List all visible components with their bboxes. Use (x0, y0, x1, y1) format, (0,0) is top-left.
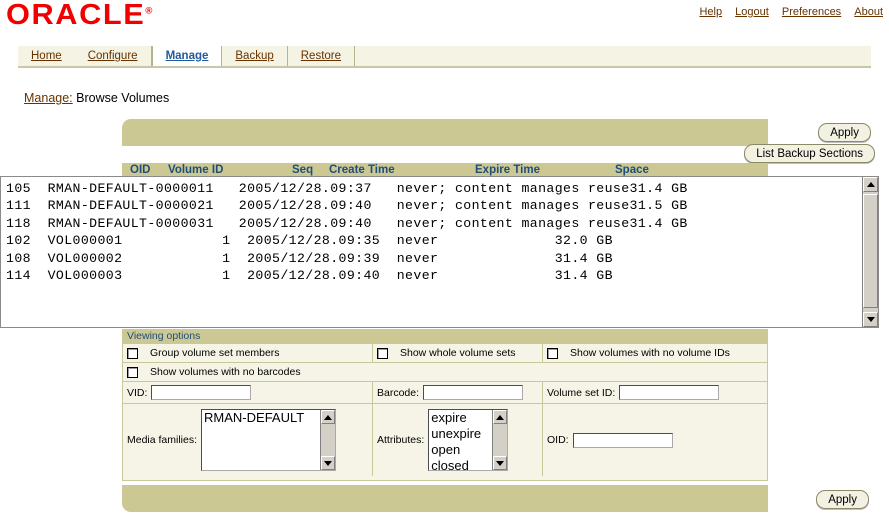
top-action-bar (122, 119, 768, 146)
column-header-space: Space (615, 164, 649, 176)
media-families-scrollbar[interactable] (320, 410, 335, 470)
checkbox-show-volumes-no-barcodes[interactable]: Show volumes with no barcodes (123, 363, 767, 381)
scrollbar-thumb[interactable] (863, 194, 878, 308)
volume-set-id-input[interactable] (619, 385, 719, 400)
list-backup-sections-button[interactable]: List Backup Sections (744, 144, 875, 163)
attributes-scroll-up-icon[interactable] (493, 410, 507, 424)
attributes-listbox[interactable]: expire unexpire open closed (428, 409, 508, 471)
global-link-preferences[interactable]: Preferences (782, 6, 841, 18)
scroll-down-arrow-icon[interactable] (863, 312, 878, 327)
tab-list: Home Configure Manage Backup Restore (18, 46, 871, 66)
attributes-scrollbar[interactable] (492, 410, 507, 470)
media-families-option[interactable]: RMAN-DEFAULT (204, 410, 318, 426)
media-families-scroll-up-icon[interactable] (321, 410, 335, 424)
attributes-option-list: expire unexpire open closed (431, 410, 490, 471)
field-volume-set-id[interactable]: Volume set ID: (543, 382, 767, 403)
breadcrumb-parent-link[interactable]: Manage: (24, 91, 73, 105)
checkbox-icon-show-volumes-no-barcodes[interactable] (127, 367, 138, 378)
checkbox-icon-group-volume-set-members[interactable] (127, 348, 138, 359)
attributes-option-closed[interactable]: closed (431, 458, 490, 471)
media-families-listbox[interactable]: RMAN-DEFAULT (201, 409, 336, 471)
registered-mark: ® (145, 5, 152, 15)
field-barcode[interactable]: Barcode: (373, 382, 543, 403)
field-label-attributes: Attributes: (377, 434, 424, 446)
viewing-options-field-row: VID: Barcode: Volume set ID: (123, 381, 767, 403)
field-label-barcode: Barcode: (377, 387, 419, 399)
global-link-help[interactable]: Help (699, 6, 722, 18)
field-label-vid: VID: (127, 387, 147, 399)
checkbox-show-volumes-no-volume-ids[interactable]: Show volumes with no volume IDs (543, 344, 767, 362)
results-vertical-scrollbar[interactable] (862, 177, 878, 327)
field-oid[interactable]: OID: (543, 404, 767, 476)
viewing-options-panel: Viewing options Group volume set members… (122, 329, 768, 481)
oracle-logo: ORACLE® (6, 0, 152, 32)
tab-bar-filler (355, 46, 871, 66)
viewing-options-checkbox-row-2: Show volumes with no barcodes (123, 362, 767, 381)
media-families-option-list: RMAN-DEFAULT (204, 410, 318, 426)
checkbox-icon-show-whole-volume-sets[interactable] (377, 348, 388, 359)
column-header-expire-time: Expire Time (475, 164, 540, 176)
main-tab-bar: Home Configure Manage Backup Restore (18, 46, 871, 68)
bottom-action-bar (122, 485, 768, 512)
apply-button-top[interactable]: Apply (818, 123, 871, 142)
volume-results-panel: 105 RMAN-DEFAULT-0000011 2005/12/28.09:3… (0, 176, 879, 328)
field-media-families[interactable]: Media families: RMAN-DEFAULT (123, 404, 373, 476)
breadcrumb: Manage: Browse Volumes (24, 91, 169, 105)
oracle-logo-text: ORACLE (6, 0, 145, 31)
global-links: Help Logout Preferences About (689, 6, 883, 18)
viewing-options-title: Viewing options (123, 330, 767, 343)
attributes-option-unexpire[interactable]: unexpire (431, 426, 490, 442)
viewing-options-list-row: Media families: RMAN-DEFAULT Attributes:… (123, 403, 767, 476)
field-attributes[interactable]: Attributes: expire unexpire open closed (373, 404, 543, 476)
tab-home[interactable]: Home (18, 46, 75, 66)
field-label-oid: OID: (547, 434, 569, 446)
apply-button-bottom[interactable]: Apply (816, 490, 869, 509)
field-vid[interactable]: VID: (123, 382, 373, 403)
attributes-option-expire[interactable]: expire (431, 410, 490, 426)
checkbox-icon-show-volumes-no-volume-ids[interactable] (547, 348, 558, 359)
checkbox-label-show-volumes-no-barcodes: Show volumes with no barcodes (150, 366, 301, 378)
tab-manage[interactable]: Manage (152, 46, 223, 66)
scroll-up-arrow-icon[interactable] (863, 177, 878, 192)
checkbox-label-show-whole-volume-sets: Show whole volume sets (400, 347, 516, 359)
column-header-volume-id: Volume ID (168, 164, 223, 176)
breadcrumb-current: Browse Volumes (76, 91, 169, 105)
column-header-create-time: Create Time (329, 164, 395, 176)
tab-restore[interactable]: Restore (288, 46, 355, 66)
media-families-scroll-down-icon[interactable] (321, 456, 335, 470)
oid-input[interactable] (573, 433, 673, 448)
attributes-option-open[interactable]: open (431, 442, 490, 458)
checkbox-show-whole-volume-sets[interactable]: Show whole volume sets (373, 344, 543, 362)
global-link-about[interactable]: About (854, 6, 883, 18)
checkbox-group-volume-set-members[interactable]: Group volume set members (123, 344, 373, 362)
column-header-seq: Seq (292, 164, 313, 176)
checkbox-label-show-volumes-no-volume-ids: Show volumes with no volume IDs (570, 347, 730, 359)
field-label-media-families: Media families: (127, 434, 197, 446)
page-root: ORACLE® Help Logout Preferences About Ho… (0, 0, 889, 514)
barcode-input[interactable] (423, 385, 523, 400)
attributes-scroll-down-icon[interactable] (493, 456, 507, 470)
column-header-oid: OID (130, 164, 150, 176)
field-label-volume-set-id: Volume set ID: (547, 387, 615, 399)
volume-results-text: 105 RMAN-DEFAULT-0000011 2005/12/28.09:3… (6, 180, 688, 284)
tab-configure[interactable]: Configure (75, 46, 152, 66)
global-link-logout[interactable]: Logout (735, 6, 769, 18)
vid-input[interactable] (151, 385, 251, 400)
tab-backup[interactable]: Backup (222, 46, 287, 66)
checkbox-label-group-volume-set-members: Group volume set members (150, 347, 280, 359)
viewing-options-checkbox-row-1: Group volume set members Show whole volu… (123, 343, 767, 362)
